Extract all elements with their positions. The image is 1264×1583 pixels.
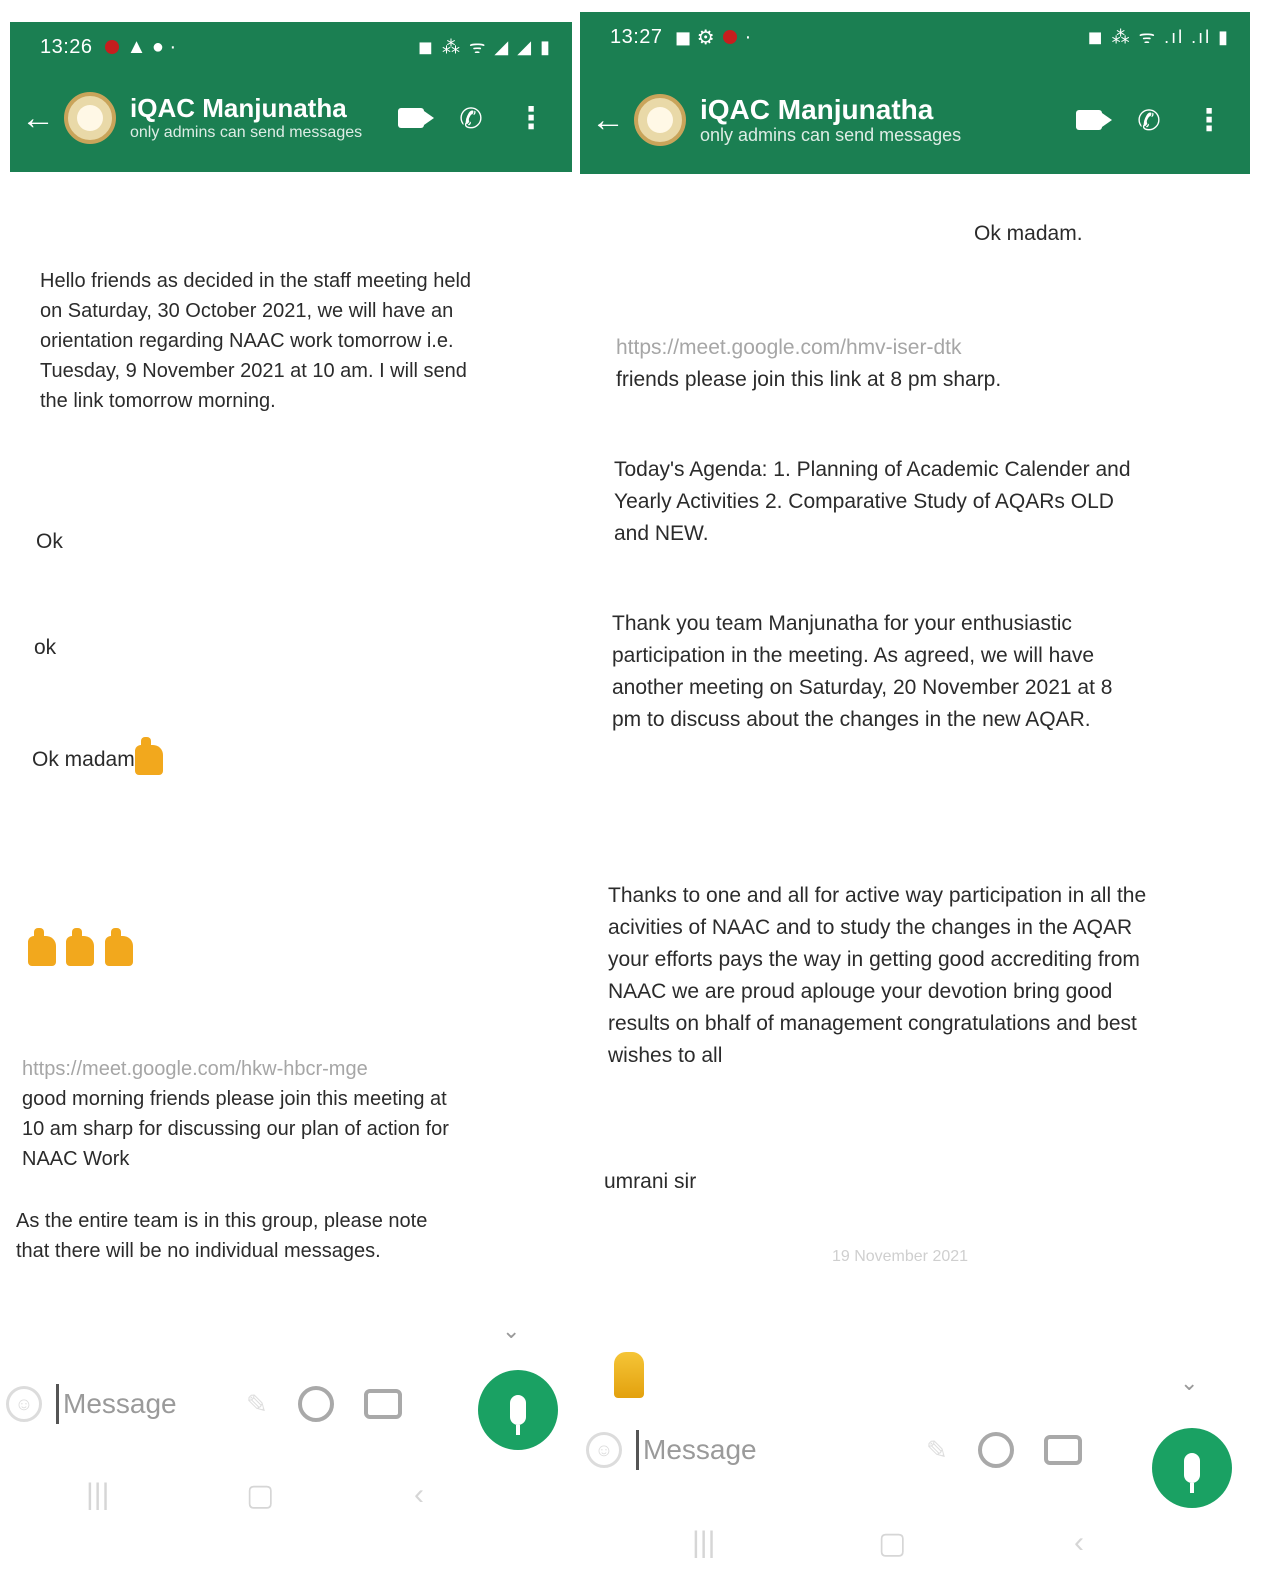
back-arrow-icon[interactable]: ← <box>18 99 58 138</box>
group-avatar[interactable] <box>634 94 686 146</box>
payment-icon[interactable] <box>297 1386 334 1422</box>
status-bar: 13:26 ▲ ● · ◼ ⁂ ᯤ ◢ ◢ ▮ <box>40 34 552 60</box>
nav-back-button[interactable]: ‹ <box>1074 1526 1084 1560</box>
date-separator: 19 November 2021 <box>831 1248 969 1265</box>
message-text: good morning friends please join this me… <box>22 1088 449 1170</box>
message-input-bar: ☺ Message ✎ <box>586 1430 1082 1470</box>
scroll-down-icon[interactable]: ⌄ <box>1180 1370 1198 1396</box>
message-text: Ok madam. <box>974 222 1083 245</box>
message-input[interactable]: Message <box>56 1384 206 1424</box>
chat-header: 13:26 ▲ ● · ◼ ⁂ ᯤ ◢ ◢ ▮ ← iQAC Manjunath… <box>10 22 572 172</box>
thumbs-up-icon <box>104 928 133 966</box>
message-text: friends please join this link at 8 pm sh… <box>616 368 1002 391</box>
notification-dots-icon: ▲ ● · <box>126 35 177 58</box>
mic-button[interactable] <box>478 1370 558 1450</box>
mic-icon <box>1184 1453 1200 1493</box>
thumbs-up-icon <box>134 737 163 776</box>
system-status-icons: ◼ ⁂ ᯤ .ıl .ıl ▮ <box>1087 27 1230 47</box>
status-bar: 13:27 ◼ ⚙ · ◼ ⁂ ᯤ .ıl .ıl ▮ <box>610 24 1230 50</box>
video-call-icon[interactable] <box>1066 97 1112 143</box>
back-arrow-icon[interactable]: ← <box>588 101 628 140</box>
attach-icon[interactable]: ✎ <box>246 1389 268 1420</box>
message-link[interactable]: https://meet.google.com/hkw-hbcr-mge <box>22 1054 452 1084</box>
message-text: Thank you team Manjunatha for your enthu… <box>612 612 1113 731</box>
phone-icon[interactable]: ✆ <box>448 95 494 141</box>
message-link[interactable]: https://meet.google.com/hmv-iser-dtk <box>616 332 1136 364</box>
camera-icon[interactable] <box>363 1389 402 1419</box>
phone-icon[interactable]: ✆ <box>1126 97 1172 143</box>
message-input[interactable]: Message <box>636 1430 886 1470</box>
thumbs-up-icon <box>66 928 95 966</box>
message-text: umrani sir <box>604 1170 697 1193</box>
message-text: Ok madam <box>32 748 135 771</box>
message-item: https://meet.google.com/hmv-iser-dtk fri… <box>616 332 1136 396</box>
attach-icon[interactable]: ✎ <box>926 1435 948 1466</box>
chat-title-bar: ← iQAC Manjunatha only admins can send m… <box>588 80 1232 160</box>
group-avatar[interactable] <box>64 92 116 144</box>
chat-title-area[interactable]: iQAC Manjunatha only admins can send mes… <box>700 94 1052 146</box>
chat-title: iQAC Manjunatha <box>700 94 934 125</box>
scroll-down-icon[interactable]: ⌄ <box>502 1318 520 1344</box>
home-button[interactable]: ▢ <box>246 1478 274 1513</box>
video-call-icon[interactable] <box>388 95 434 141</box>
message-text: Thanks to one and all for active way par… <box>608 884 1147 1067</box>
home-button[interactable]: ▢ <box>878 1526 906 1561</box>
right-chat-screen: 13:27 ◼ ⚙ · ◼ ⁂ ᯤ .ıl .ıl ▮ ← iQAC Manju… <box>580 0 1264 1583</box>
mic-button[interactable] <box>1152 1428 1232 1508</box>
payment-icon[interactable] <box>977 1432 1014 1468</box>
message-text: Hello friends as decided in the staff me… <box>40 270 472 412</box>
camera-icon[interactable] <box>1043 1435 1082 1465</box>
recent-apps-button[interactable]: ||| <box>86 1478 109 1512</box>
chat-title-bar: ← iQAC Manjunatha only admins can send m… <box>18 78 554 158</box>
emoji-icon[interactable]: ☺ <box>586 1432 622 1468</box>
notification-icons: ◼ ⚙ <box>674 26 715 49</box>
system-status-icons: ◼ ⁂ ᯤ ◢ ◢ ▮ <box>418 37 552 57</box>
message-text: Ok <box>36 530 63 553</box>
chat-title-area[interactable]: iQAC Manjunatha only admins can send mes… <box>130 93 374 143</box>
mic-icon <box>510 1395 526 1435</box>
message-input-bar: ☺ Message ✎ <box>6 1384 402 1424</box>
thumbs-up-icon <box>28 928 56 966</box>
chat-subtitle: only admins can send messages <box>700 125 962 145</box>
left-chat-screen: 13:26 ▲ ● · ◼ ⁂ ᯤ ◢ ◢ ▮ ← iQAC Manjunath… <box>0 0 578 1583</box>
status-time: 13:27 <box>610 25 663 48</box>
recent-apps-button[interactable]: ||| <box>692 1526 715 1560</box>
nav-back-button[interactable]: ‹ <box>414 1478 424 1512</box>
notification-icon <box>722 30 737 44</box>
bell-emoji-icon <box>614 1352 644 1398</box>
emoji-icon[interactable]: ☺ <box>6 1386 42 1422</box>
chat-subtitle: only admins can send messages <box>130 124 363 141</box>
message-item: https://meet.google.com/hkw-hbcr-mge goo… <box>22 1054 452 1174</box>
status-time: 13:26 <box>40 35 93 58</box>
more-vert-icon[interactable]: ⋮ <box>508 95 554 141</box>
emoji-message <box>28 928 133 966</box>
notification-icon <box>104 40 119 54</box>
chat-header: 13:27 ◼ ⚙ · ◼ ⁂ ᯤ .ıl .ıl ▮ ← iQAC Manju… <box>580 12 1250 174</box>
message-text: ok <box>34 636 57 659</box>
message-text: Today's Agenda: 1. Planning of Academic … <box>614 458 1131 545</box>
chat-title: iQAC Manjunatha <box>130 93 347 123</box>
more-vert-icon[interactable]: ⋮ <box>1186 97 1232 143</box>
message-item: Ok madam <box>32 737 163 776</box>
message-text: As the entire team is in this group, ple… <box>16 1210 428 1262</box>
notification-dot-icon: · <box>744 25 752 48</box>
